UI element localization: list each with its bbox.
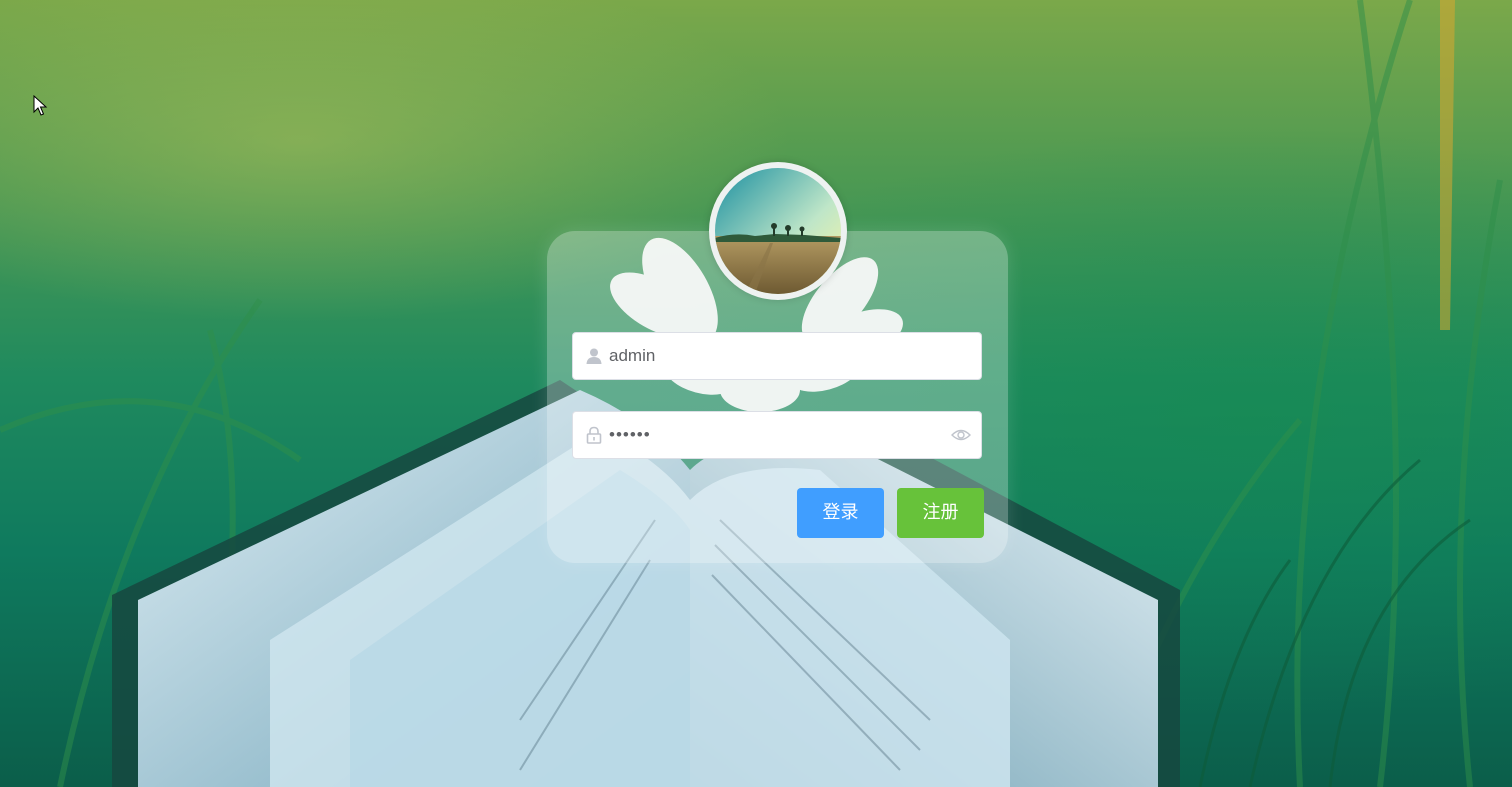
register-button[interactable]: 注册 <box>897 488 984 538</box>
avatar <box>709 162 847 300</box>
eye-icon[interactable] <box>951 427 971 443</box>
user-icon <box>586 348 602 364</box>
password-input[interactable] <box>609 412 939 458</box>
username-field[interactable] <box>572 332 982 380</box>
username-input[interactable] <box>609 333 939 379</box>
password-field[interactable] <box>572 411 982 459</box>
login-button[interactable]: 登录 <box>797 488 884 538</box>
mouse-cursor-icon <box>33 95 48 116</box>
lock-icon <box>586 426 602 444</box>
avatar-image <box>715 168 841 294</box>
